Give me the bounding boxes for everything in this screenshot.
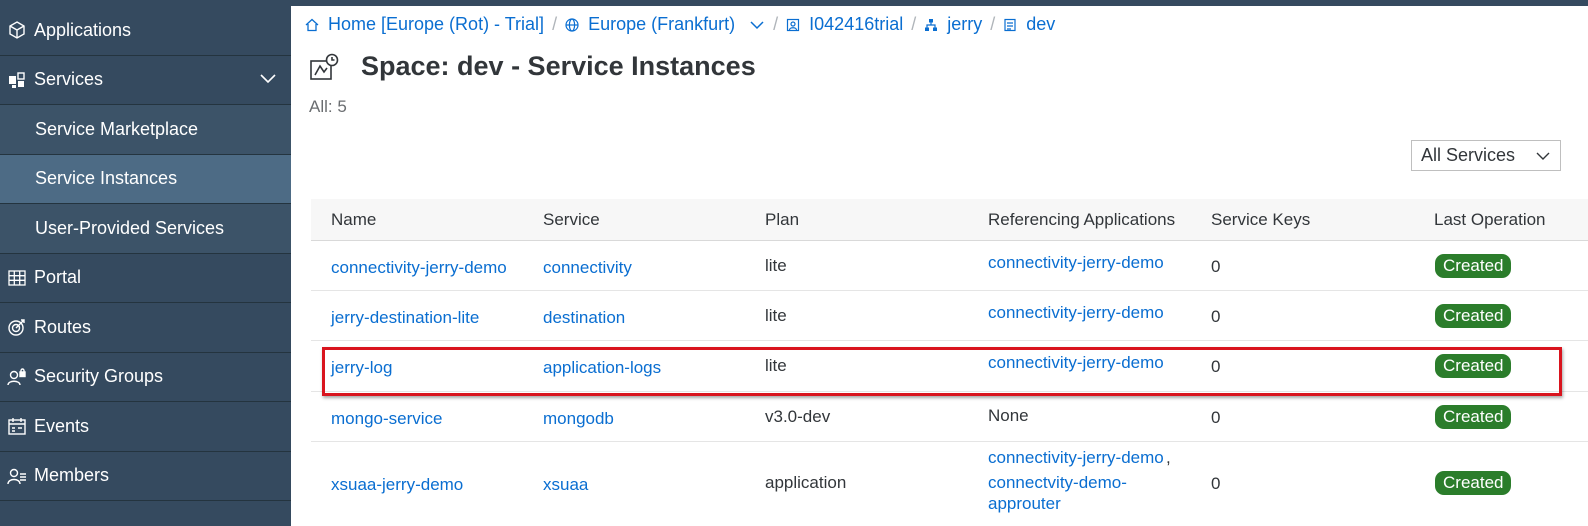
user-lock-icon (0, 367, 34, 387)
table-row[interactable]: mongo-service mongodb v3.0-dev None 0 Cr… (311, 392, 1588, 442)
target-icon (0, 317, 34, 337)
status-badge: Created (1435, 471, 1512, 495)
sidebar: Applications Services Service Marketplac… (0, 6, 291, 526)
breadcrumb-org[interactable]: jerry (947, 14, 982, 35)
column-header-last-operation[interactable]: Last Operation (1434, 210, 1546, 230)
service-keys-cell: 0 (1211, 474, 1221, 493)
sidebar-item-events[interactable]: Events (0, 402, 291, 452)
home-icon (305, 18, 319, 31)
account-icon (787, 18, 800, 31)
column-header-referencing-applications[interactable]: Referencing Applications (988, 210, 1175, 230)
service-instances-icon (310, 53, 339, 80)
referencing-app-link[interactable]: connectivity-jerry-demo (988, 303, 1164, 323)
table-row[interactable]: connectivity-jerry-demo connectivity lit… (311, 241, 1588, 291)
breadcrumb-account[interactable]: I042416trial (809, 14, 903, 35)
service-keys-cell: 0 (1211, 357, 1221, 376)
plan-cell: application (765, 473, 847, 492)
service-link[interactable]: destination (543, 308, 625, 328)
globe-icon (565, 17, 579, 32)
referencing-app-link[interactable]: connectivity-jerry-demo (988, 448, 1164, 468)
sidebar-item-security-groups[interactable]: Security Groups (0, 353, 291, 402)
service-link[interactable]: application-logs (543, 358, 661, 378)
column-header-name[interactable]: Name (331, 210, 376, 230)
instance-name-link[interactable]: connectivity-jerry-demo (331, 258, 507, 278)
sidebar-item-members[interactable]: Members (0, 452, 291, 501)
sidebar-item-service-marketplace[interactable]: Service Marketplace (0, 105, 291, 155)
service-keys-cell: 0 (1211, 307, 1221, 326)
service-filter-value: All Services (1421, 145, 1516, 165)
service-instances-table: Name Service Plan Referencing Applicatio… (311, 199, 1588, 522)
sidebar-item-label: Events (34, 415, 90, 436)
plan-cell: lite (765, 356, 787, 375)
referencing-app-link[interactable]: connectivity-jerry-demo (988, 353, 1164, 373)
service-link[interactable]: xsuaa (543, 475, 588, 495)
table-header: Name Service Plan Referencing Applicatio… (311, 199, 1588, 241)
sidebar-item-label: Service Marketplace (35, 118, 199, 139)
status-badge: Created (1435, 254, 1512, 278)
cube-icon (0, 20, 34, 40)
sidebar-item-applications[interactable]: Applications (0, 6, 291, 56)
column-header-plan[interactable]: Plan (765, 210, 799, 230)
service-keys-cell: 0 (1211, 408, 1221, 427)
referencing-app-link[interactable]: connectvity-demo- (988, 473, 1127, 493)
column-header-service-keys[interactable]: Service Keys (1211, 210, 1310, 230)
breadcrumb: Home [Europe (Rot) - Trial] / Europe (Fr… (305, 14, 1055, 35)
sidebar-item-label: User-Provided Services (35, 217, 225, 238)
sidebar-item-label: Services (34, 69, 104, 90)
instance-name-link[interactable]: mongo-service (331, 409, 443, 429)
breadcrumb-region[interactable]: Europe (Frankfurt) (588, 14, 735, 35)
column-header-service[interactable]: Service (543, 210, 600, 230)
referencing-app-link[interactable]: connectivity-jerry-demo (988, 253, 1164, 273)
service-keys-cell: 0 (1211, 257, 1221, 276)
main-content: Home [Europe (Rot) - Trial] / Europe (Fr… (291, 6, 1588, 526)
table-row[interactable]: xsuaa-jerry-demo xsuaa application conne… (311, 442, 1588, 522)
plan-cell: lite (765, 306, 787, 325)
sidebar-item-label: Portal (34, 267, 82, 288)
sidebar-item-label: Security Groups (34, 366, 164, 387)
sidebar-item-service-instances[interactable]: Service Instances (0, 154, 291, 204)
sidebar-item-user-provided-services[interactable]: User-Provided Services (0, 204, 291, 254)
members-icon (0, 466, 34, 486)
sidebar-item-label: Applications (34, 19, 132, 40)
service-link[interactable]: connectivity (543, 258, 632, 278)
page-title: Space: dev - Service Instances (361, 51, 756, 81)
services-icon (0, 70, 34, 90)
chevron-down-icon (1536, 152, 1550, 160)
breadcrumb-home[interactable]: Home [Europe (Rot) - Trial] (328, 14, 544, 35)
chevron-down-icon[interactable] (259, 70, 277, 88)
plan-cell: v3.0-dev (765, 407, 831, 426)
service-filter-select[interactable]: All Services (1411, 140, 1561, 171)
sidebar-item-label: Service Instances (35, 168, 178, 189)
sidebar-item-portal[interactable]: Portal (0, 254, 291, 303)
referencing-app-none: None (988, 406, 1029, 425)
sidebar-item-label: Routes (34, 316, 92, 337)
plan-cell: lite (765, 256, 787, 275)
table-row[interactable]: jerry-destination-lite destination lite … (311, 291, 1588, 341)
breadcrumb-space[interactable]: dev (1026, 14, 1055, 35)
calendar-icon (0, 416, 34, 436)
instance-name-link[interactable]: xsuaa-jerry-demo (331, 475, 463, 495)
table-row[interactable]: jerry-log application-logs lite connecti… (311, 341, 1588, 392)
space-icon (1004, 18, 1016, 31)
status-badge: Created (1435, 405, 1512, 429)
sidebar-item-routes[interactable]: Routes (0, 303, 291, 353)
status-badge: Created (1435, 304, 1512, 328)
grid-icon (0, 268, 34, 288)
instance-count: All: 5 (309, 97, 347, 116)
referencing-app-link[interactable]: approuter (988, 494, 1061, 514)
chevron-down-icon[interactable] (749, 17, 765, 33)
instance-name-link[interactable]: jerry-log (331, 358, 392, 378)
sidebar-item-label: Members (34, 465, 110, 486)
status-badge: Created (1435, 354, 1512, 378)
service-link[interactable]: mongodb (543, 409, 614, 429)
sidebar-item-services[interactable]: Services (0, 56, 291, 105)
instance-name-link[interactable]: jerry-destination-lite (331, 308, 479, 328)
org-icon (925, 18, 938, 31)
